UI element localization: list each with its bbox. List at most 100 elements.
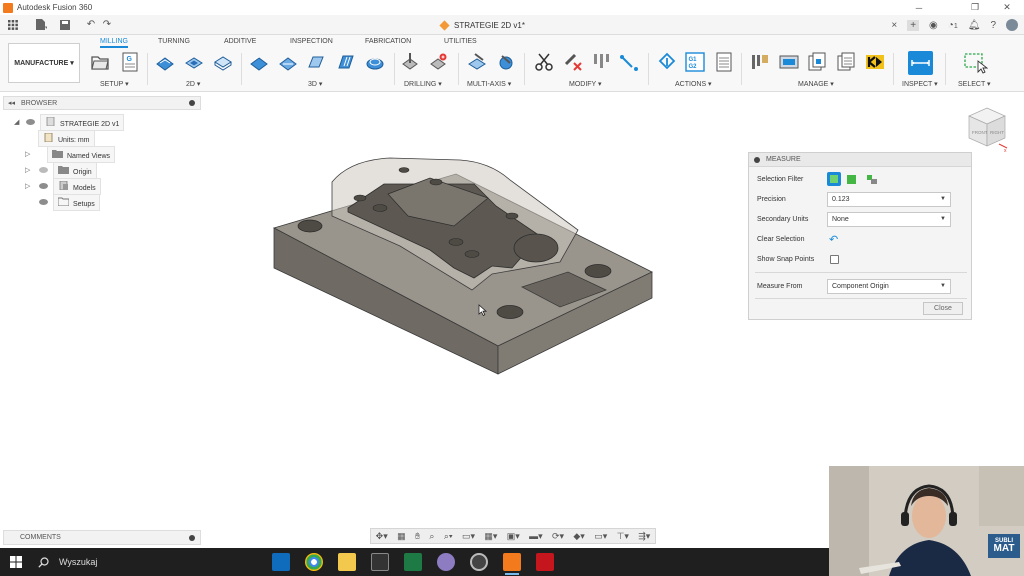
template-library-icon[interactable] <box>807 52 827 72</box>
fusion-app-icon[interactable] <box>503 553 521 575</box>
tree-item-named-views[interactable]: ▷ Named Views <box>25 145 116 163</box>
expand-arrow-icon[interactable]: ▷ <box>25 182 33 190</box>
secondary-units-select[interactable]: None ▼ <box>827 211 951 227</box>
pan-icon[interactable]: ✋︎ <box>415 531 420 542</box>
scallop-icon[interactable] <box>365 52 385 72</box>
chrome-app-icon[interactable] <box>305 553 323 571</box>
group-select-label[interactable]: SELECT ▾ <box>958 80 991 88</box>
speed-app-icon[interactable] <box>470 553 488 571</box>
3d-pocket-icon[interactable] <box>278 52 298 72</box>
filter-component-icon[interactable] <box>867 174 877 184</box>
viewports-icon[interactable]: ▣▾ <box>507 531 520 542</box>
file-explorer-icon[interactable] <box>338 553 356 571</box>
toolpath-display-icon[interactable]: ◆▾ <box>573 531 584 542</box>
zoom-icon[interactable]: ⌕ <box>429 531 434 542</box>
collapse-browser-icon[interactable]: ◂◂ <box>8 99 15 107</box>
measure-dialog-header[interactable]: MEASURE <box>749 153 971 167</box>
group-modify-label[interactable]: MODIFY ▾ <box>569 80 602 88</box>
tab-turning[interactable]: TURNING <box>158 38 190 45</box>
stock-icon[interactable]: ▬▾ <box>529 531 543 542</box>
grid-icon[interactable]: ▦▾ <box>484 531 497 542</box>
visibility-eye-icon[interactable] <box>26 119 35 125</box>
visibility-eye-icon[interactable] <box>39 183 48 189</box>
group-3d-label[interactable]: 3D ▾ <box>308 80 322 88</box>
comments-panel-header[interactable]: COMMENTS <box>3 530 201 545</box>
tab-fabrication[interactable]: FABRICATION <box>365 38 411 45</box>
filter-face-icon[interactable] <box>827 172 841 186</box>
orbit-icon[interactable]: ✥▾ <box>376 531 388 542</box>
tree-item-setups[interactable]: Setups <box>39 193 100 211</box>
paint-app-icon[interactable] <box>437 553 455 571</box>
expand-arrow-icon[interactable]: ▷ <box>25 150 33 158</box>
bell-icon[interactable]: 🔔︎ <box>968 20 981 31</box>
tab-utilities[interactable]: UTILITIES <box>444 38 477 45</box>
visibility-eye-icon[interactable] <box>39 167 48 173</box>
multiaxis-contour-icon[interactable] <box>496 52 516 72</box>
group-inspect-label[interactable]: INSPECT ▾ <box>902 80 938 88</box>
grid-apps-icon[interactable] <box>6 19 20 31</box>
select-icon[interactable] <box>964 52 988 74</box>
2d-adaptive-icon[interactable] <box>155 52 175 72</box>
new-tab-button[interactable]: + <box>907 19 920 31</box>
outlook-app-icon[interactable] <box>272 553 290 571</box>
visibility-eye-icon[interactable] <box>39 199 48 205</box>
3d-adaptive-icon[interactable] <box>249 52 269 72</box>
save-icon[interactable] <box>58 19 72 31</box>
user-avatar[interactable] <box>1006 19 1018 31</box>
help-icon[interactable]: ? <box>990 20 996 31</box>
taskbar-search-box[interactable]: Wyszukaj <box>38 552 258 572</box>
setup-folder-icon[interactable] <box>90 52 110 72</box>
viewcube[interactable]: FRONT RIGHT x <box>963 104 1011 152</box>
close-tab-button[interactable]: × <box>891 20 897 31</box>
group-manage-label[interactable]: MANAGE ▾ <box>798 80 834 88</box>
look-at-icon[interactable]: ▦ <box>397 531 406 542</box>
expand-arrow-icon[interactable]: ◢ <box>14 118 22 126</box>
delete-toolpath-icon[interactable] <box>563 52 583 72</box>
comments-pin-icon[interactable] <box>189 534 195 541</box>
document-tab[interactable]: STRATEGIE 2D v1* <box>439 17 525 33</box>
group-setup-label[interactable]: SETUP ▾ <box>100 80 129 88</box>
terminal-app-icon[interactable] <box>371 553 389 571</box>
group-multiaxis-label[interactable]: MULTI-AXIS ▾ <box>467 80 511 88</box>
group-2d-label[interactable]: 2D ▾ <box>186 80 200 88</box>
nc-program-icon[interactable]: G <box>120 52 140 72</box>
swarf-icon[interactable] <box>467 52 487 72</box>
file-menu-icon[interactable]: ▾ <box>34 19 48 31</box>
tab-milling[interactable]: MILLING <box>100 38 129 48</box>
filter-body-icon[interactable] <box>847 174 856 184</box>
machine-library-icon[interactable] <box>779 52 799 72</box>
post-library-icon[interactable] <box>836 52 856 72</box>
job-status-icon[interactable]: ◔1 <box>948 20 958 31</box>
undo-icon[interactable]: ↶ <box>84 19 98 31</box>
excel-app-icon[interactable] <box>404 553 422 571</box>
workspace-switcher[interactable]: MANUFACTURE ▾ <box>8 43 80 83</box>
post-process-icon[interactable]: G1G2 <box>685 52 705 72</box>
fit-zoom-icon[interactable]: ⌕▾ <box>444 531 453 542</box>
scissors-icon[interactable] <box>534 52 554 72</box>
tree-item-models[interactable]: ▷ Models <box>25 177 101 195</box>
tree-item-root[interactable]: ◢ STRATEGIE 2D v1 <box>14 113 125 131</box>
2d-pocket-icon[interactable] <box>184 52 204 72</box>
group-actions-label[interactable]: ACTIONS ▾ <box>675 80 712 88</box>
acrobat-app-icon[interactable] <box>536 553 554 571</box>
thread-icon[interactable] <box>428 52 448 72</box>
steep-shallow-icon[interactable] <box>306 52 326 72</box>
measure-from-select[interactable]: Component Origin ▼ <box>827 278 951 294</box>
windows-start-icon[interactable] <box>10 556 22 568</box>
simulate-icon[interactable] <box>657 52 677 72</box>
minimize-button[interactable]: ─ <box>904 0 934 15</box>
restore-button[interactable]: ❐ <box>960 0 990 15</box>
browser-pin-icon[interactable] <box>189 100 195 106</box>
tree-item-origin[interactable]: ▷ Origin <box>25 161 97 179</box>
tab-inspection[interactable]: INSPECTION <box>290 38 333 45</box>
tool-library-icon[interactable] <box>750 52 770 72</box>
extensions-icon[interactable]: ◉ <box>929 20 938 31</box>
face-icon[interactable] <box>213 52 233 72</box>
show-snap-points-checkbox[interactable] <box>830 254 839 264</box>
measure-icon[interactable] <box>908 51 933 75</box>
tab-additive[interactable]: ADDITIVE <box>224 38 256 45</box>
expand-arrow-icon[interactable]: ▷ <box>25 166 33 174</box>
measure-close-button[interactable]: Close <box>923 302 963 315</box>
display-settings-icon[interactable]: ▭▾ <box>462 531 475 542</box>
drill-icon[interactable] <box>400 52 420 72</box>
